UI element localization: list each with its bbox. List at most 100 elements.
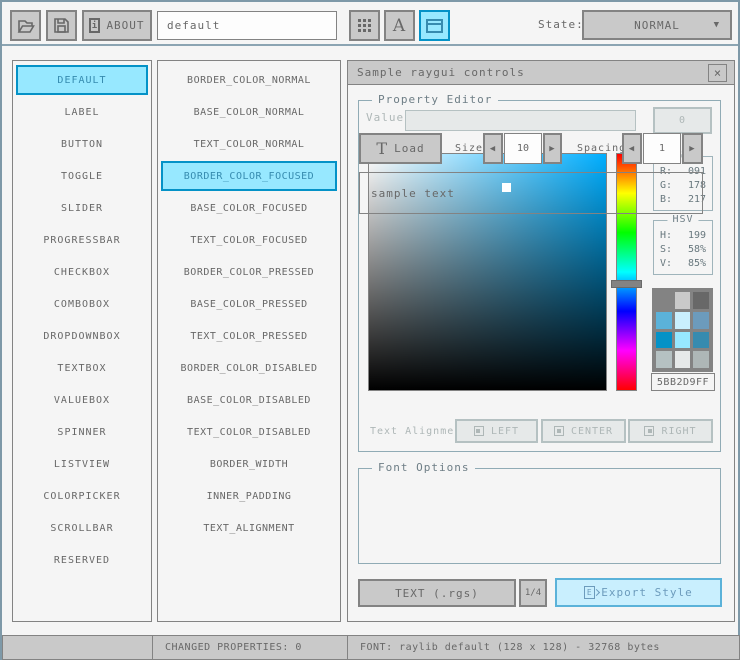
about-button-label: ABOUT [106,19,145,32]
list-item[interactable]: SCROLLBAR [16,513,148,543]
v-label: V: [660,257,673,269]
h-value: 199 [687,229,706,241]
edit-font-mode-button[interactable]: A [384,10,415,41]
info-icon: i [89,18,101,33]
export-format-button[interactable]: TEXT (.rgs) [358,579,516,607]
list-item[interactable]: BASE_COLOR_PRESSED [161,289,337,319]
size-decrement-button[interactable]: ◀ [483,133,503,164]
align-left-button[interactable]: LEFT [455,419,538,443]
list-item[interactable]: PROGRESSBAR [16,225,148,255]
list-item[interactable]: BORDER_WIDTH [161,449,337,479]
palette-swatch[interactable] [693,311,709,329]
list-item[interactable]: TEXT_COLOR_NORMAL [161,129,337,159]
list-item[interactable]: TEXT_COLOR_DISABLED [161,417,337,447]
value-apply-button[interactable]: 0 [653,107,712,134]
list-item[interactable]: BASE_COLOR_NORMAL [161,97,337,127]
list-item[interactable]: SPINNER [16,417,148,447]
align-right-button[interactable]: RIGHT [628,419,713,443]
list-item[interactable]: DROPDOWNBOX [16,321,148,351]
list-item[interactable]: BUTTON [16,129,148,159]
list-item[interactable]: INNER_PADDING [161,481,337,511]
controls-list: DEFAULT LABEL BUTTON TOGGLE SLIDER PROGRESSBA… [12,60,152,622]
list-item[interactable]: TEXT_COLOR_FOCUSED [161,225,337,255]
sample-window-title: Sample raygui controls [357,66,525,79]
palette-swatch[interactable] [674,351,691,368]
window-panel-icon [426,18,443,33]
grid-icon [358,19,371,32]
list-item[interactable]: BORDER_COLOR_NORMAL [161,65,337,95]
status-font-info: FONT: raylib default (128 x 128) - 32768… [347,635,740,660]
palette-swatch[interactable] [674,331,691,349]
hex-color-value[interactable]: 5BB2D9FF [651,373,715,391]
list-item[interactable]: RESERVED [16,545,148,575]
list-item[interactable]: BORDER_COLOR_FOCUSED [161,161,337,191]
list-item[interactable]: TOGGLE [16,161,148,191]
about-button[interactable]: i ABOUT [82,10,152,41]
value-input[interactable] [405,110,636,131]
list-item[interactable]: VALUEBOX [16,385,148,415]
list-item[interactable]: BASE_COLOR_DISABLED [161,385,337,415]
edit-style-mode-button[interactable] [349,10,380,41]
save-file-button[interactable] [46,10,77,41]
state-dropdown-value: NORMAL [634,18,680,32]
align-center-label: CENTER [570,425,614,437]
align-left-label: LEFT [490,425,520,437]
list-item[interactable]: DEFAULT [16,65,148,95]
hsv-readout: HSV H: 199 S: 58% V: 85% [653,214,713,275]
palette-swatch[interactable] [656,292,672,309]
property-editor-group-label: Property Editor [372,93,499,106]
status-changed-properties: CHANGED PROPERTIES: 0 [152,635,348,660]
style-name-input[interactable] [157,11,337,40]
font-t-icon: T [376,139,389,158]
palette-swatch[interactable] [656,311,672,329]
list-item[interactable]: TEXT_ALIGNMENT [161,513,337,543]
list-item[interactable]: COLORPICKER [16,481,148,511]
palette-swatch[interactable] [674,311,691,329]
list-item[interactable]: TEXT_COLOR_PRESSED [161,321,337,351]
hsv-label: HSV [667,214,699,225]
font-options-group: Font Options [358,461,721,564]
hsv-row-s: S: 58% [654,242,712,256]
list-item[interactable]: LABEL [16,97,148,127]
export-icon: E [584,586,601,599]
s-label: S: [660,243,673,255]
chevron-down-icon: ▼ [713,20,720,30]
list-item[interactable]: CHECKBOX [16,257,148,287]
size-value[interactable]: 10 [504,133,542,164]
toolbar: i ABOUT A State: NORMAL ▼ [2,2,738,46]
list-item[interactable]: BORDER_COLOR_PRESSED [161,257,337,287]
palette-swatch[interactable] [693,331,709,349]
hue-slider-handle[interactable] [611,280,642,288]
palette-swatch[interactable] [656,331,672,349]
open-file-button[interactable] [10,10,41,41]
font-sample-textbox[interactable]: sample text [359,172,703,214]
list-item[interactable]: SLIDER [16,193,148,223]
list-item[interactable]: TEXTBOX [16,353,148,383]
palette-swatch[interactable] [674,292,691,309]
font-load-button[interactable]: T Load [359,133,442,164]
align-center-button[interactable]: CENTER [541,419,626,443]
palette-swatch[interactable] [693,292,709,309]
size-increment-button[interactable]: ▶ [543,133,562,164]
format-page-indicator-button[interactable]: 1/4 [519,579,547,607]
state-dropdown[interactable]: NORMAL ▼ [582,10,732,40]
v-value: 85% [687,257,706,269]
right-arrow-icon: ▶ [549,143,556,154]
list-item[interactable]: LISTVIEW [16,449,148,479]
spacing-value[interactable]: 1 [643,133,681,164]
align-left-icon [473,426,484,436]
palette-swatch[interactable] [656,351,672,368]
list-item[interactable]: BORDER_COLOR_DISABLED [161,353,337,383]
show-controls-panel-button[interactable] [419,10,450,41]
spacing-decrement-button[interactable]: ◀ [622,133,642,164]
sample-window-titlebar: Sample raygui controls × [348,61,734,85]
spacing-increment-button[interactable]: ▶ [682,133,703,164]
h-label: H: [660,229,673,241]
list-item[interactable]: COMBOBOX [16,289,148,319]
close-icon[interactable]: × [708,64,727,82]
list-item[interactable]: BASE_COLOR_FOCUSED [161,193,337,223]
s-value: 58% [687,243,706,255]
hsv-row-h: H: 199 [654,228,712,242]
palette-swatch[interactable] [693,351,709,368]
export-style-button[interactable]: E Export Style [555,578,722,607]
